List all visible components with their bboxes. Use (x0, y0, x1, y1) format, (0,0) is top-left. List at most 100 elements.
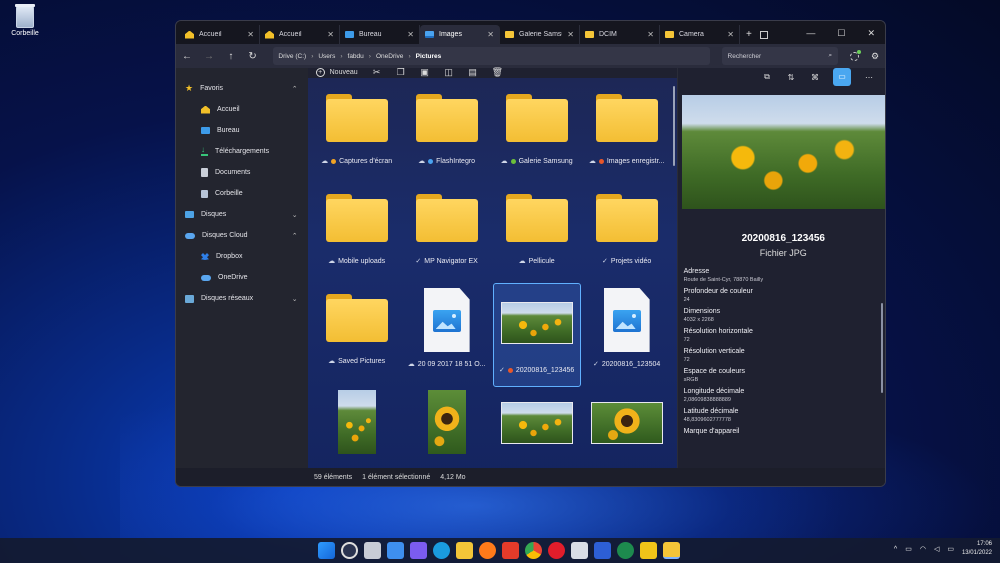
settings-gear-icon[interactable]: ⚙ (871, 51, 879, 62)
start-icon[interactable] (318, 542, 335, 559)
folder-item[interactable]: ☁ Mobile uploads (312, 188, 402, 288)
cut-icon[interactable]: ✂ (372, 67, 382, 77)
chrome-icon[interactable] (525, 542, 542, 559)
chevron-down-icon[interactable]: ⌄ (292, 295, 298, 303)
tab-6[interactable]: Camera ✕ (660, 25, 740, 44)
search-taskbar-icon[interactable] (341, 542, 358, 559)
tab-1[interactable]: Accueil ✕ (260, 25, 340, 44)
folder-item[interactable]: ☁ Images enregistr... (582, 88, 672, 188)
sidebar-item[interactable]: Téléchargements (176, 141, 308, 162)
group-icon[interactable]: ⌘ (809, 73, 821, 82)
sync-status-icon[interactable] (850, 49, 861, 61)
breadcrumb[interactable]: Drive (C:) › Users › fabdu › OneDrive › Pictures (273, 47, 710, 65)
opera-icon[interactable] (548, 542, 565, 559)
new-tab-button[interactable]: + (746, 29, 752, 40)
teams-chat-icon[interactable] (410, 542, 427, 559)
forward-button[interactable]: → (204, 51, 214, 62)
folder-item[interactable]: ☁ Captures d'écran (312, 88, 402, 188)
breadcrumb-item[interactable]: OneDrive (376, 53, 403, 60)
close-tab-icon[interactable]: ✕ (727, 30, 734, 39)
file-item[interactable]: ✓ 20200816_123456 (492, 283, 581, 387)
pdf-app-icon[interactable] (502, 542, 519, 559)
desktop-recycle-bin[interactable]: Corbeille (8, 4, 42, 37)
sidebar-item[interactable]: Bureau (176, 120, 308, 141)
folder-item[interactable]: ☁ Saved Pictures (312, 288, 402, 388)
back-button[interactable]: ← (182, 51, 192, 62)
tab-3[interactable]: Images ✕ (420, 25, 500, 44)
volume-icon[interactable]: ◁ (934, 545, 939, 553)
folder-item[interactable]: ☁ Pellicule (492, 188, 582, 288)
duplicate-tab-icon[interactable] (759, 30, 768, 39)
tab-0[interactable]: Accueil ✕ (180, 25, 260, 44)
close-tab-icon[interactable]: ✕ (647, 30, 654, 39)
breadcrumb-item[interactable]: Pictures (416, 53, 442, 60)
app-green-icon[interactable] (617, 542, 634, 559)
up-button[interactable]: ↑ (226, 51, 236, 62)
sidebar-item[interactable]: Disques réseaux ⌄ (176, 288, 308, 309)
notepad-icon[interactable] (571, 542, 588, 559)
breadcrumb-item[interactable]: Drive (C:) (278, 53, 306, 60)
refresh-button[interactable]: ↻ (248, 51, 258, 62)
maximize-button[interactable]: ☐ (837, 28, 845, 39)
vertical-scrollbar[interactable] (672, 86, 675, 166)
close-tab-icon[interactable]: ✕ (487, 30, 494, 39)
breadcrumb-item[interactable]: fabdu (348, 53, 364, 60)
sidebar-item[interactable]: Disques Cloud ⌃ (176, 225, 308, 246)
folder-item[interactable]: ☁ Galerie Samsung (492, 88, 582, 188)
breadcrumb-item[interactable]: Users (318, 53, 335, 60)
folder-item[interactable]: ☁ FlashIntegro (402, 88, 492, 188)
close-tab-icon[interactable]: ✕ (327, 30, 334, 39)
sidebar-item[interactable]: Accueil (176, 99, 308, 120)
widgets-icon[interactable] (387, 542, 404, 559)
explorer-active-icon[interactable] (663, 542, 680, 559)
share-icon[interactable]: ▤ (468, 67, 478, 77)
sort-icon[interactable]: ⇅ (785, 73, 797, 82)
sidebar-item-label: Disques réseaux (201, 295, 254, 302)
folder-item[interactable]: ✓ Projets vidéo (582, 188, 672, 288)
paste-icon[interactable]: ▣ (420, 67, 430, 77)
edge-icon[interactable] (433, 542, 450, 559)
close-tab-icon[interactable]: ✕ (407, 30, 414, 39)
clock[interactable]: 17:06 13/01/2022 (962, 540, 992, 558)
sidebar-item[interactable]: Dropbox (176, 246, 308, 267)
sidebar-item[interactable]: Disques ⌄ (176, 204, 308, 225)
chevron-down-icon[interactable]: ⌄ (292, 211, 298, 219)
rename-icon[interactable]: ◫ (444, 67, 454, 77)
copy-path-icon[interactable]: ⧉ (761, 72, 773, 82)
app-icon[interactable] (594, 542, 611, 559)
command-toolbar: + Nouveau ✂ ❐ ▣ ◫ ▤ 🗑 (308, 66, 677, 78)
folder-item[interactable]: ✓ MP Navigator EX (402, 188, 492, 288)
sidebar-item-label: Documents (215, 169, 251, 176)
file-item[interactable]: ☁ 20 09 2017 18 51 O... (402, 288, 492, 388)
chevron-up-icon[interactable]: ⌃ (292, 232, 298, 240)
wifi-icon[interactable]: ◠ (920, 545, 926, 553)
close-window-button[interactable]: ✕ (867, 28, 875, 39)
app-yellow-icon[interactable] (640, 542, 657, 559)
file-item[interactable]: ✓ 20200816_123504 (582, 288, 672, 388)
minimize-button[interactable]: — (806, 28, 815, 39)
tab-2[interactable]: Bureau ✕ (340, 25, 420, 44)
sidebar-item[interactable]: Corbeille (176, 183, 308, 204)
battery-icon[interactable]: ▭ (947, 545, 954, 553)
firefox-icon[interactable] (479, 542, 496, 559)
chevron-up-icon[interactable]: ^ (894, 546, 897, 553)
more-options-icon[interactable]: ⋯ (863, 73, 875, 82)
file-explorer-taskbar-icon[interactable] (456, 542, 473, 559)
close-tab-icon[interactable]: ✕ (567, 30, 574, 39)
search-input[interactable]: Rechercher ⌕ (721, 47, 839, 65)
new-button[interactable]: + Nouveau (315, 67, 358, 77)
tray-app-icon[interactable]: ▭ (905, 545, 912, 553)
details-pane-toggle-icon[interactable]: ▭ (833, 68, 851, 86)
sidebar-item[interactable]: Documents (176, 162, 308, 183)
sidebar-item[interactable]: OneDrive (176, 267, 308, 288)
details-scrollbar[interactable] (881, 303, 883, 393)
tab-5[interactable]: DCIM ✕ (580, 25, 660, 44)
sidebar-item[interactable]: ★ Favoris ⌃ (176, 78, 308, 99)
chevron-up-icon[interactable]: ⌃ (292, 85, 298, 93)
copy-icon[interactable]: ❐ (396, 67, 406, 77)
close-tab-icon[interactable]: ✕ (247, 30, 254, 39)
task-view-icon[interactable] (364, 542, 381, 559)
delete-icon[interactable]: 🗑 (492, 67, 503, 77)
tab-4[interactable]: Galerie Samsu ✕ (500, 25, 580, 44)
property: Résolution verticale 72 (684, 348, 885, 363)
